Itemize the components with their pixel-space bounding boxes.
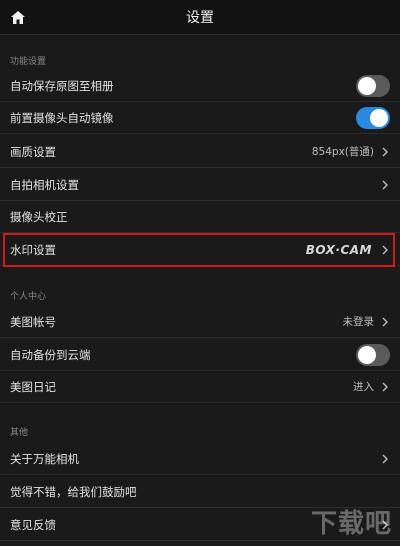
row-label: 摄像头校正 <box>10 209 68 224</box>
section-label-personal: 个人中心 <box>10 292 47 302</box>
chevron-right-icon <box>380 381 390 393</box>
row-label: 美图日记 <box>10 379 56 394</box>
home-icon <box>11 10 25 24</box>
row-label: 自动备份到云端 <box>10 347 91 362</box>
row-label: 画质设置 <box>10 144 56 159</box>
row-label: 水印设置 <box>10 242 56 257</box>
row-watermark-settings[interactable]: 水印设置 BOX·CAM <box>0 234 400 266</box>
chevron-right-icon <box>380 146 390 158</box>
cloud-backup-toggle[interactable] <box>356 343 390 366</box>
quality-value: 854px(普通) <box>311 146 374 158</box>
row-label: 觉得不错，给我们鼓励吧 <box>10 484 137 499</box>
toggle-knob <box>358 76 376 95</box>
row-cloud-backup[interactable]: 自动备份到云端 <box>0 339 400 371</box>
header-bar: 设置 <box>0 0 400 35</box>
chevron-right-icon <box>380 179 390 191</box>
toggle-knob <box>358 345 376 364</box>
row-meitu-account[interactable]: 美图帐号 未登录 <box>0 306 400 338</box>
row-quality-settings[interactable]: 画质设置 854px(普通) <box>0 136 400 168</box>
row-label: 关于万能相机 <box>10 451 79 466</box>
row-about[interactable]: 关于万能相机 <box>0 443 400 475</box>
row-label: 自拍相机设置 <box>10 177 79 192</box>
account-status: 未登录 <box>342 316 375 328</box>
home-button[interactable] <box>7 6 29 28</box>
site-watermark: 下载吧 <box>310 509 392 539</box>
section-label-function: 功能设置 <box>10 57 47 67</box>
front-mirror-toggle[interactable] <box>356 106 390 129</box>
row-camera-calibration[interactable]: 摄像头校正 <box>0 201 400 233</box>
page-title: 设置 <box>186 10 214 26</box>
boxcam-logo: BOX·CAM <box>305 242 372 257</box>
row-front-camera-mirror[interactable]: 前置摄像头自动镜像 <box>0 102 400 134</box>
toggle-knob <box>370 108 388 127</box>
row-label: 自动保存原图至相册 <box>10 78 114 93</box>
row-label: 美图帐号 <box>10 314 56 329</box>
row-selfie-camera-settings[interactable]: 自拍相机设置 <box>0 169 400 201</box>
row-label: 前置摄像头自动镜像 <box>10 110 114 125</box>
chevron-right-icon <box>380 316 390 328</box>
chevron-right-icon <box>380 453 390 465</box>
auto-save-toggle[interactable] <box>356 74 390 97</box>
diary-enter-text: 进入 <box>353 381 374 393</box>
chevron-right-icon <box>380 244 390 256</box>
section-label-other: 其他 <box>10 428 29 438</box>
row-meitu-diary[interactable]: 美图日记 进入 <box>0 371 400 403</box>
row-auto-save-original[interactable]: 自动保存原图至相册 <box>0 70 400 102</box>
